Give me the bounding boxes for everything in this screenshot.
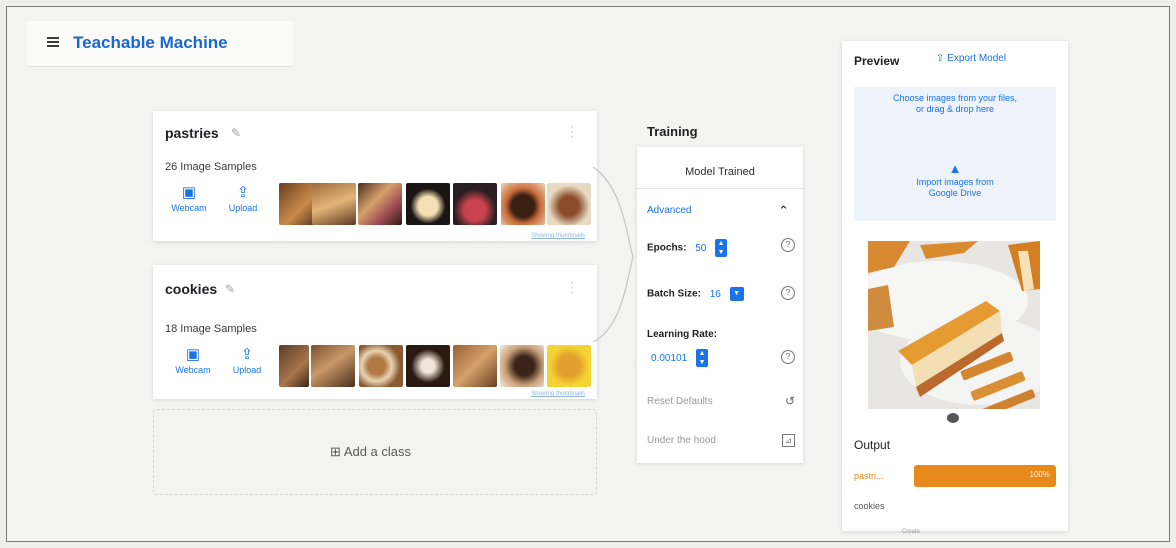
pastry-photo: [868, 241, 1040, 409]
sample-thumbnail[interactable]: [453, 183, 497, 225]
upload-label: Upload: [228, 203, 258, 213]
app-title: Teachable Machine: [73, 33, 228, 52]
sample-thumbnail[interactable]: [311, 345, 355, 387]
preview-footer: Create: [902, 529, 921, 535]
sample-thumbnail[interactable]: [500, 345, 544, 387]
sample-thumbnail[interactable]: [406, 345, 450, 387]
output-label-pastries: pastri...: [854, 471, 884, 481]
output-label-cookies: cookies: [854, 501, 885, 511]
menu-icon[interactable]: [47, 37, 59, 49]
dropdown-icon[interactable]: ▼: [729, 287, 744, 301]
flow-connector: [593, 167, 634, 343]
sample-thumbnail[interactable]: [453, 345, 497, 387]
epochs-row: Epochs: 50 ▲ ▼ ?: [647, 238, 795, 257]
under-the-hood-button[interactable]: Under the hood ⊿: [647, 434, 795, 447]
export-icon: ⇧: [936, 53, 945, 64]
upload-label: Upload: [232, 365, 262, 375]
camera-flip-icon[interactable]: [947, 413, 959, 423]
webcam-label: Webcam: [175, 365, 211, 375]
webcam-label: Webcam: [171, 203, 207, 213]
sample-thumbnail[interactable]: [406, 183, 450, 225]
upload-button[interactable]: ⇪ Upload: [221, 183, 265, 213]
class-card-cookies: cookies ✎ ⋮ 18 Image Samples ▣ Webcam ⇪ …: [153, 265, 597, 399]
learning-rate-row: Learning Rate:: [647, 329, 795, 340]
app-frame: Teachable Machine pastries ✎ ⋮ 26 Image …: [6, 6, 1170, 542]
batch-size-label: Batch Size:: [647, 288, 701, 300]
app-header: Teachable Machine: [27, 21, 293, 67]
webcam-button[interactable]: ▣ Webcam: [171, 345, 215, 375]
help-icon[interactable]: ?: [781, 238, 795, 252]
learning-rate-label: Learning Rate:: [647, 329, 718, 340]
training-title: Training: [647, 124, 698, 139]
add-class-label: Add a class: [343, 444, 412, 459]
export-model-button[interactable]: ⇧ Export Model: [936, 53, 1006, 64]
reset-defaults-label: Reset Defaults: [647, 396, 713, 407]
sample-thumbnail[interactable]: [358, 183, 402, 225]
thumbnail-caption[interactable]: Showing thumbnails: [531, 233, 585, 239]
upload-button[interactable]: ⇪ Upload: [225, 345, 269, 375]
videocam-icon: ▣: [185, 346, 201, 363]
sample-count: 18 Image Samples: [165, 323, 257, 335]
add-class-content: ⊞ Add a class: [330, 444, 411, 460]
drive-icon: ▲: [948, 161, 962, 176]
drive-line-1: Import images from: [916, 177, 994, 187]
epochs-label: Epochs:: [647, 242, 687, 254]
learning-rate-stepper-icon[interactable]: ▲ ▼: [695, 349, 708, 367]
sample-thumbnail[interactable]: [312, 183, 356, 225]
thumbnail-caption[interactable]: Showing thumbnails: [531, 391, 585, 397]
reset-defaults-button[interactable]: Reset Defaults ↺: [647, 394, 795, 408]
sample-thumbnail[interactable]: [501, 183, 545, 225]
epochs-stepper-icon[interactable]: ▲ ▼: [715, 239, 728, 257]
training-panel: Model Trained Advanced ⌃ Epochs: 50 ▲ ▼ ?…: [637, 147, 803, 463]
sample-thumbnail[interactable]: [547, 345, 591, 387]
export-label: Export Model: [947, 53, 1007, 64]
preview-image: [868, 241, 1040, 409]
sample-thumbnail[interactable]: [359, 345, 403, 387]
epochs-input[interactable]: 50: [695, 243, 706, 254]
edit-pencil-icon[interactable]: ✎: [231, 126, 241, 140]
add-class-button[interactable]: ⊞ Add a class: [153, 409, 597, 495]
output-percent: 100%: [1029, 470, 1050, 479]
chevron-up-icon: ⌃: [778, 203, 789, 218]
advanced-label: Advanced: [647, 205, 692, 216]
preview-title: Preview: [854, 54, 900, 68]
class-card-pastries: pastries ✎ ⋮ 26 Image Samples ▣ Webcam ⇪…: [153, 111, 597, 241]
more-options-icon[interactable]: ⋮: [565, 279, 579, 296]
class-name[interactable]: cookies: [165, 281, 217, 297]
reset-icon: ↺: [784, 394, 795, 408]
train-model-button[interactable]: Model Trained: [637, 155, 803, 189]
more-options-icon[interactable]: ⋮: [565, 123, 579, 140]
webcam-button[interactable]: ▣ Webcam: [167, 183, 211, 213]
sample-thumbnail[interactable]: [279, 345, 309, 387]
advanced-toggle[interactable]: Advanced ⌃: [647, 203, 795, 218]
output-bar-pastries: 100%: [914, 465, 1056, 487]
learning-rate-input-row: 0.00101 ▲ ▼ ?: [647, 349, 795, 367]
batch-size-row: Batch Size: 16 ▼ ?: [647, 286, 795, 301]
sample-thumbnail[interactable]: [547, 183, 591, 225]
drive-line-2: Google Drive: [928, 188, 982, 198]
learning-rate-input[interactable]: 0.00101: [651, 353, 687, 364]
add-box-icon: ⊞: [330, 444, 341, 459]
videocam-icon: ▣: [181, 184, 197, 201]
drop-line-2: or drag & drop here: [915, 104, 995, 114]
class-name[interactable]: pastries: [165, 125, 219, 141]
drop-line-1: Choose images from your files,: [892, 93, 1018, 103]
google-drive-import[interactable]: ▲ Import images from Google Drive: [854, 149, 1056, 221]
batch-size-select[interactable]: 16: [710, 289, 721, 300]
sample-count: 26 Image Samples: [165, 161, 257, 173]
under-the-hood-label: Under the hood: [647, 435, 716, 446]
output-title: Output: [854, 438, 891, 452]
edit-pencil-icon[interactable]: ✎: [225, 282, 235, 296]
help-icon[interactable]: ?: [781, 350, 795, 364]
preview-panel: Preview ⇧ Export Model Choose images fro…: [842, 41, 1068, 535]
chart-icon: ⊿: [782, 434, 795, 447]
upload-icon: ⇪: [236, 184, 250, 201]
help-icon[interactable]: ?: [781, 286, 795, 300]
upload-icon: ⇪: [240, 346, 254, 363]
